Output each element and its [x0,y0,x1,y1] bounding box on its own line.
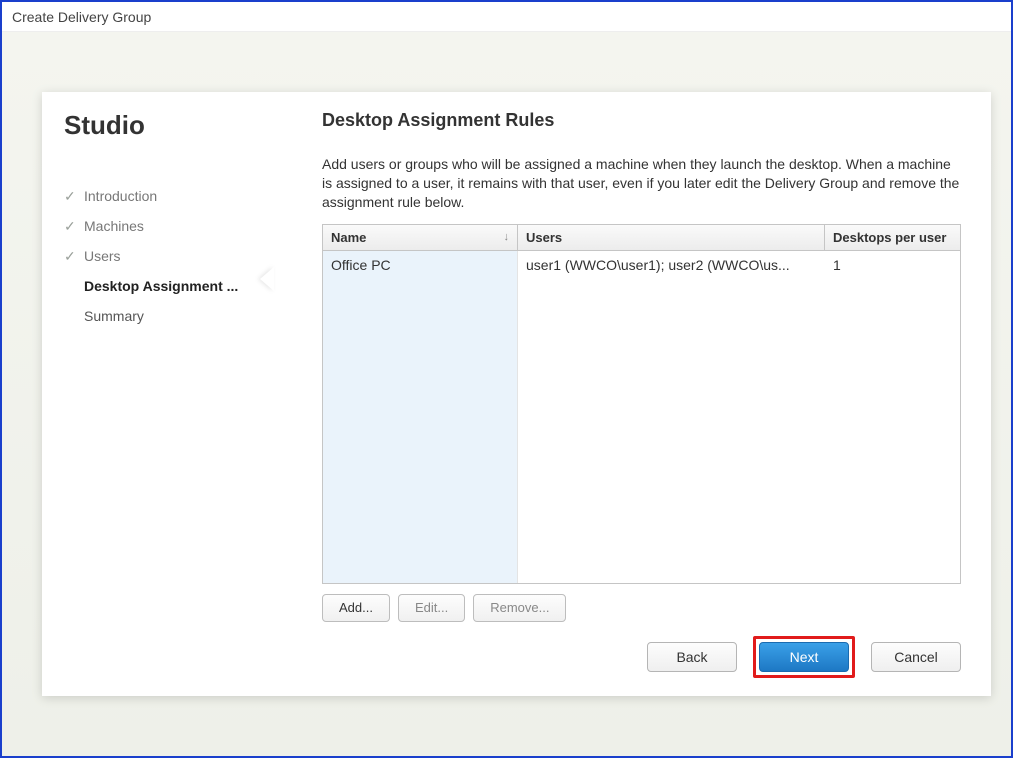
check-icon: ✓ [64,248,80,265]
active-step-pointer-icon [260,267,274,291]
column-header-name[interactable]: Name ↓ [323,225,518,250]
column-label: Users [526,230,562,245]
wizard-sidebar: Studio ✓ Introduction ✓ Machines ✓ Users… [42,92,272,696]
wizard-content: Desktop Assignment Rules Add users or gr… [292,92,991,696]
column-header-desktops-per-user[interactable]: Desktops per user [825,225,960,250]
back-button[interactable]: Back [647,642,737,672]
table-header: Name ↓ Users Desktops per user [323,225,960,251]
table-action-buttons: Add... Edit... Remove... [322,594,961,622]
check-icon: ✓ [64,218,80,235]
column-label: Desktops per user [833,230,946,245]
table-body: Office PC user1 (WWCO\user1); user2 (WWC… [323,251,960,583]
sort-down-icon: ↓ [504,231,510,243]
cancel-button[interactable]: Cancel [871,642,961,672]
step-introduction[interactable]: ✓ Introduction [60,181,272,211]
window-title: Create Delivery Group [2,2,1011,32]
wizard-steps: ✓ Introduction ✓ Machines ✓ Users Deskto… [60,181,272,331]
step-label: Users [84,248,121,264]
table-row[interactable]: Office PC user1 (WWCO\user1); user2 (WWC… [323,251,960,583]
remove-button[interactable]: Remove... [473,594,566,622]
cell-desktops-per-user: 1 [825,251,960,583]
step-label: Summary [84,308,144,324]
step-label: Machines [84,218,144,234]
page-title: Desktop Assignment Rules [322,110,961,131]
step-machines[interactable]: ✓ Machines [60,211,272,241]
page-description: Add users or groups who will be assigned… [322,155,961,212]
next-button[interactable]: Next [759,642,849,672]
cell-name: Office PC [323,251,518,583]
step-users[interactable]: ✓ Users [60,241,272,271]
step-label: Desktop Assignment ... [84,278,238,294]
assignment-rules-table: Name ↓ Users Desktops per user Office PC… [322,224,961,584]
step-label: Introduction [84,188,157,204]
app-name: Studio [64,110,272,141]
step-summary[interactable]: Summary [60,301,272,331]
next-highlight: Next [753,636,855,678]
check-icon: ✓ [64,188,80,205]
add-button[interactable]: Add... [322,594,390,622]
wizard-workspace: Studio ✓ Introduction ✓ Machines ✓ Users… [2,32,1011,756]
step-desktop-assignment[interactable]: Desktop Assignment ... [60,271,272,301]
column-header-users[interactable]: Users [518,225,825,250]
column-label: Name [331,230,366,245]
cell-users: user1 (WWCO\user1); user2 (WWCO\us... [518,251,825,583]
edit-button[interactable]: Edit... [398,594,465,622]
wizard-nav-buttons: Back Next Cancel [647,636,961,678]
wizard-panel: Studio ✓ Introduction ✓ Machines ✓ Users… [42,92,991,696]
